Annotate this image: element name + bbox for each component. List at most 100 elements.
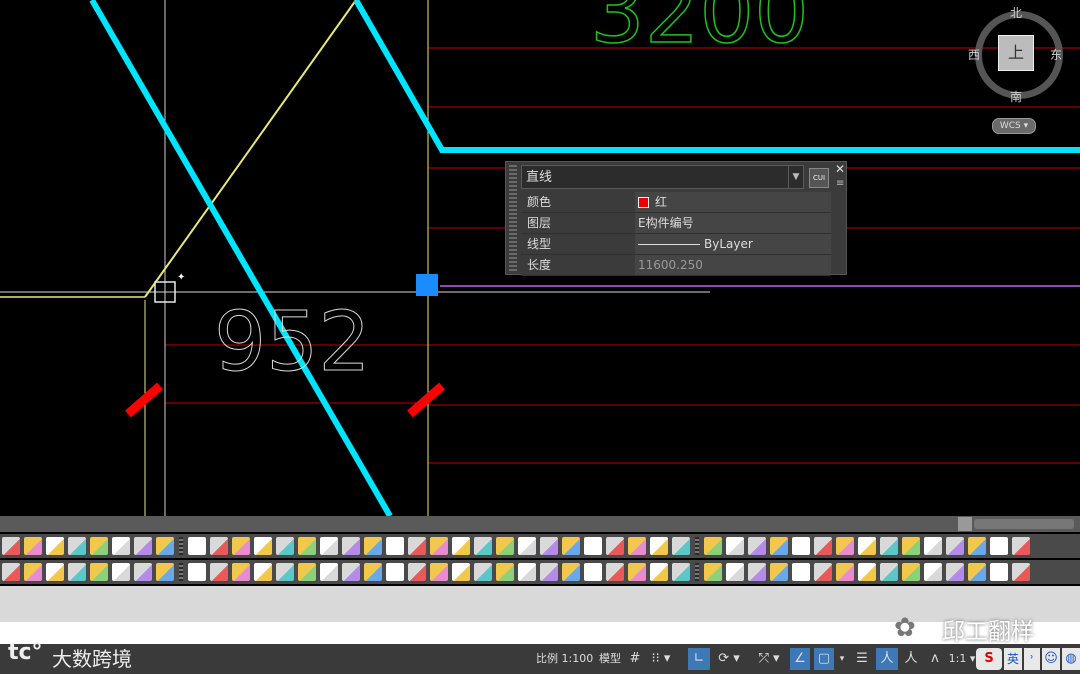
property-row-color[interactable]: 颜色 红 <box>521 192 831 213</box>
toolbar-tool-icon[interactable] <box>364 537 382 555</box>
annotation-icon[interactable]: ʌ <box>924 648 946 670</box>
object-type-select[interactable]: 直线 ▼ <box>521 165 804 189</box>
ime-mode[interactable]: 英 <box>1004 648 1022 670</box>
toolbar-tool-icon[interactable] <box>232 563 250 581</box>
snap-icon[interactable]: ⁝⁝ ▾ <box>648 648 674 670</box>
toolbar-tool-icon[interactable] <box>386 563 404 581</box>
toolbar-tool-icon[interactable] <box>452 537 470 555</box>
property-row-linetype[interactable]: 线型 ByLayer <box>521 234 831 255</box>
toolbar-tool-icon[interactable] <box>562 537 580 555</box>
drawing-canvas[interactable]: ✦ 3200 952 上 北 南 东 西 WCS ▾ 直线 ▼ CUI ✕ ≡ … <box>0 0 1080 516</box>
toolbar-tool-icon[interactable] <box>628 537 646 555</box>
toolbar-tool-icon[interactable] <box>562 563 580 581</box>
toolbar-grip[interactable] <box>695 563 699 581</box>
auto-scale-icon[interactable]: 人 <box>900 648 922 670</box>
object-snap-icon[interactable]: ▢ <box>814 648 834 670</box>
toolbar-tool-icon[interactable] <box>298 563 316 581</box>
toolbar-tool-icon[interactable] <box>276 537 294 555</box>
toolbar-tool-icon[interactable] <box>276 563 294 581</box>
property-value[interactable]: ByLayer <box>635 234 831 254</box>
toolbar-tool-icon[interactable] <box>408 563 426 581</box>
toolbar-tool-icon[interactable] <box>792 537 810 555</box>
toolbar-tool-icon[interactable] <box>210 563 228 581</box>
toolbar-tool-icon[interactable] <box>770 537 788 555</box>
scrollbar-track[interactable] <box>974 519 1074 529</box>
toolbar-tool-icon[interactable] <box>990 563 1008 581</box>
property-row-layer[interactable]: 图层 E构件编号 <box>521 213 831 234</box>
toolbar-tool-icon[interactable] <box>672 537 690 555</box>
toolbar-tool-icon[interactable] <box>990 537 1008 555</box>
toolbar-tool-icon[interactable] <box>902 537 920 555</box>
toolbar-grip[interactable] <box>179 537 183 555</box>
toolbar-tool-icon[interactable] <box>606 537 624 555</box>
toolbar-tool-icon[interactable] <box>650 563 668 581</box>
property-value[interactable]: E构件编号 <box>635 213 831 233</box>
toolbar-tool-icon[interactable] <box>320 537 338 555</box>
toolbar-tool-icon[interactable] <box>254 537 272 555</box>
command-line[interactable] <box>0 622 1080 644</box>
toolbar-tool-icon[interactable] <box>540 537 558 555</box>
toolbar-tool-icon[interactable] <box>156 563 174 581</box>
toolbar-tool-icon[interactable] <box>880 563 898 581</box>
toolbar-tool-icon[interactable] <box>946 563 964 581</box>
toolbar-grip[interactable] <box>695 537 699 555</box>
toolbar-tool-icon[interactable] <box>188 537 206 555</box>
toolbar-tool-icon[interactable] <box>650 537 668 555</box>
lineweight-icon[interactable]: ☰ <box>852 648 872 670</box>
toolbar-tool-icon[interactable] <box>946 537 964 555</box>
emoji-icon[interactable]: ☺ <box>1042 648 1060 670</box>
toolbar-tool-icon[interactable] <box>24 537 42 555</box>
toolbar-tool-icon[interactable] <box>210 537 228 555</box>
toolbar-tool-icon[interactable] <box>836 563 854 581</box>
osnap-tracking-icon[interactable]: ⤱ ▾ <box>754 648 784 670</box>
toolbar-tool-icon[interactable] <box>748 537 766 555</box>
model-space-button[interactable]: 模型 <box>597 648 623 670</box>
toolbar-tool-icon[interactable] <box>1012 537 1030 555</box>
viewcube-top-face[interactable]: 上 <box>998 35 1034 71</box>
toolbar-tool-icon[interactable] <box>924 537 942 555</box>
options-menu-icon[interactable]: ≡ <box>836 178 844 189</box>
toolbar-tool-icon[interactable] <box>496 537 514 555</box>
horizontal-scrollbar[interactable] <box>0 516 1080 532</box>
toolbar-tool-icon[interactable] <box>748 563 766 581</box>
toolbar-tool-icon[interactable] <box>584 563 602 581</box>
grid-icon[interactable]: # <box>626 648 644 670</box>
sogou-ime-icon[interactable]: S <box>976 648 1002 670</box>
toolbar-tool-icon[interactable] <box>430 537 448 555</box>
toolbar-tool-icon[interactable] <box>408 537 426 555</box>
toolbar-tool-icon[interactable] <box>770 563 788 581</box>
toolbar-tool-icon[interactable] <box>134 563 152 581</box>
toolbar-tool-icon[interactable] <box>320 563 338 581</box>
toolbar-tool-icon[interactable] <box>1012 563 1030 581</box>
viewcube[interactable]: 上 北 南 东 西 <box>966 2 1072 112</box>
toolbar-tool-icon[interactable] <box>496 563 514 581</box>
dynamic-ucs-icon[interactable]: ∠ <box>790 648 810 670</box>
toolbar-tool-icon[interactable] <box>726 537 744 555</box>
toolbar-tool-icon[interactable] <box>540 563 558 581</box>
chevron-down-icon[interactable]: ▼ <box>788 166 803 188</box>
punct-icon[interactable]: ˒ <box>1024 648 1040 670</box>
toolbar-tool-icon[interactable] <box>792 563 810 581</box>
toolbar-tool-icon[interactable] <box>704 537 722 555</box>
toolbar-tool-icon[interactable] <box>430 563 448 581</box>
toolbar-tool-icon[interactable] <box>342 537 360 555</box>
property-value[interactable]: 红 <box>635 192 831 212</box>
toolbar-tool-icon[interactable] <box>112 537 130 555</box>
voice-icon[interactable]: ◍ <box>1062 648 1080 670</box>
toolbar-tool-icon[interactable] <box>518 537 536 555</box>
toolbar-tool-icon[interactable] <box>90 537 108 555</box>
toolbar-tool-icon[interactable] <box>474 563 492 581</box>
toolbar-tool-icon[interactable] <box>386 537 404 555</box>
toolbar-tool-icon[interactable] <box>2 563 20 581</box>
toolbar-tool-icon[interactable] <box>134 537 152 555</box>
toolbar-tool-icon[interactable] <box>726 563 744 581</box>
annotation-scale[interactable]: 1:1 ▾ <box>948 648 976 670</box>
toolbar-tool-icon[interactable] <box>68 537 86 555</box>
toolbar-tool-icon[interactable] <box>902 563 920 581</box>
toolbar-tool-icon[interactable] <box>452 563 470 581</box>
scale-readout[interactable]: 比例 1:100 <box>536 644 593 674</box>
toolbar-tool-icon[interactable] <box>112 563 130 581</box>
compass-east[interactable]: 东 <box>1050 46 1062 63</box>
polar-icon[interactable]: ⟳ ▾ <box>714 648 744 670</box>
compass-west[interactable]: 西 <box>968 46 980 63</box>
